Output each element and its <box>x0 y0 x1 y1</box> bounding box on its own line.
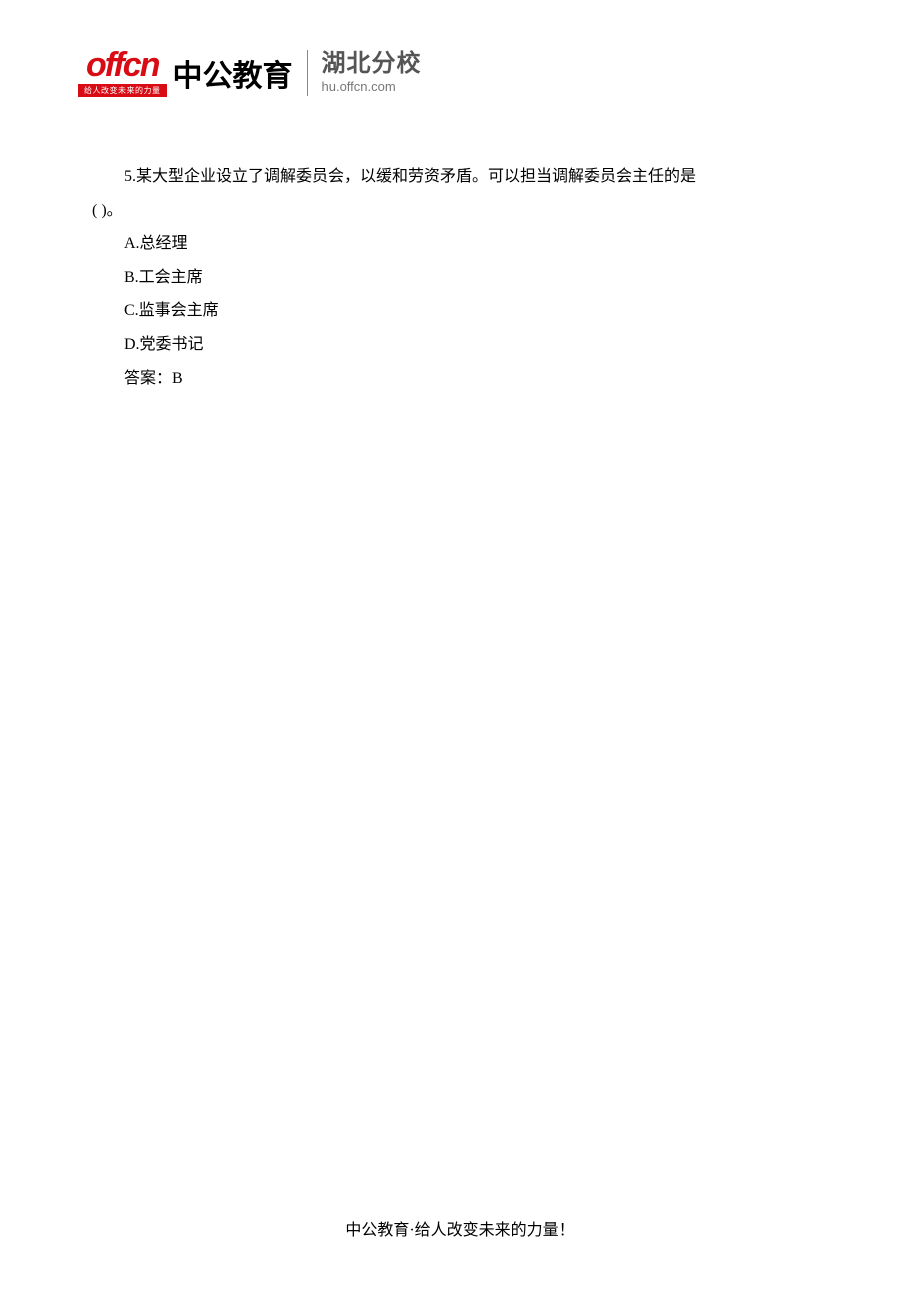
branch-name: 湖北分校 <box>322 52 422 76</box>
question-blank: ( )。 <box>92 194 828 228</box>
option-b: B.工会主席 <box>92 261 828 295</box>
option-c: C.监事会主席 <box>92 294 828 328</box>
branch-block: 湖北分校 hu.offcn.com <box>322 52 422 94</box>
logo-block: offcn 给人改变未来的力量 中公教育 <box>78 48 293 97</box>
logo-cn-text: 中公教育 <box>173 51 293 95</box>
content-area: 5.某大型企业设立了调解委员会，以缓和劳资矛盾。可以担当调解委员会主任的是 ( … <box>92 160 828 395</box>
question-stem: 5.某大型企业设立了调解委员会，以缓和劳资矛盾。可以担当调解委员会主任的是 <box>92 160 828 194</box>
answer-line: 答案：B <box>92 362 828 396</box>
header-logo: offcn 给人改变未来的力量 中公教育 湖北分校 hu.offcn.com <box>78 48 422 97</box>
option-d: D.党委书记 <box>92 328 828 362</box>
option-a: A.总经理 <box>92 227 828 261</box>
logo-offcn: offcn 给人改变未来的力量 <box>78 48 167 97</box>
logo-offcn-text: offcn <box>86 48 158 82</box>
branch-url: hu.offcn.com <box>322 79 396 94</box>
logo-tagline: 给人改变未来的力量 <box>78 84 167 97</box>
footer-text: 中公教育·给人改变未来的力量！ <box>0 1216 920 1240</box>
logo-divider <box>307 50 308 96</box>
